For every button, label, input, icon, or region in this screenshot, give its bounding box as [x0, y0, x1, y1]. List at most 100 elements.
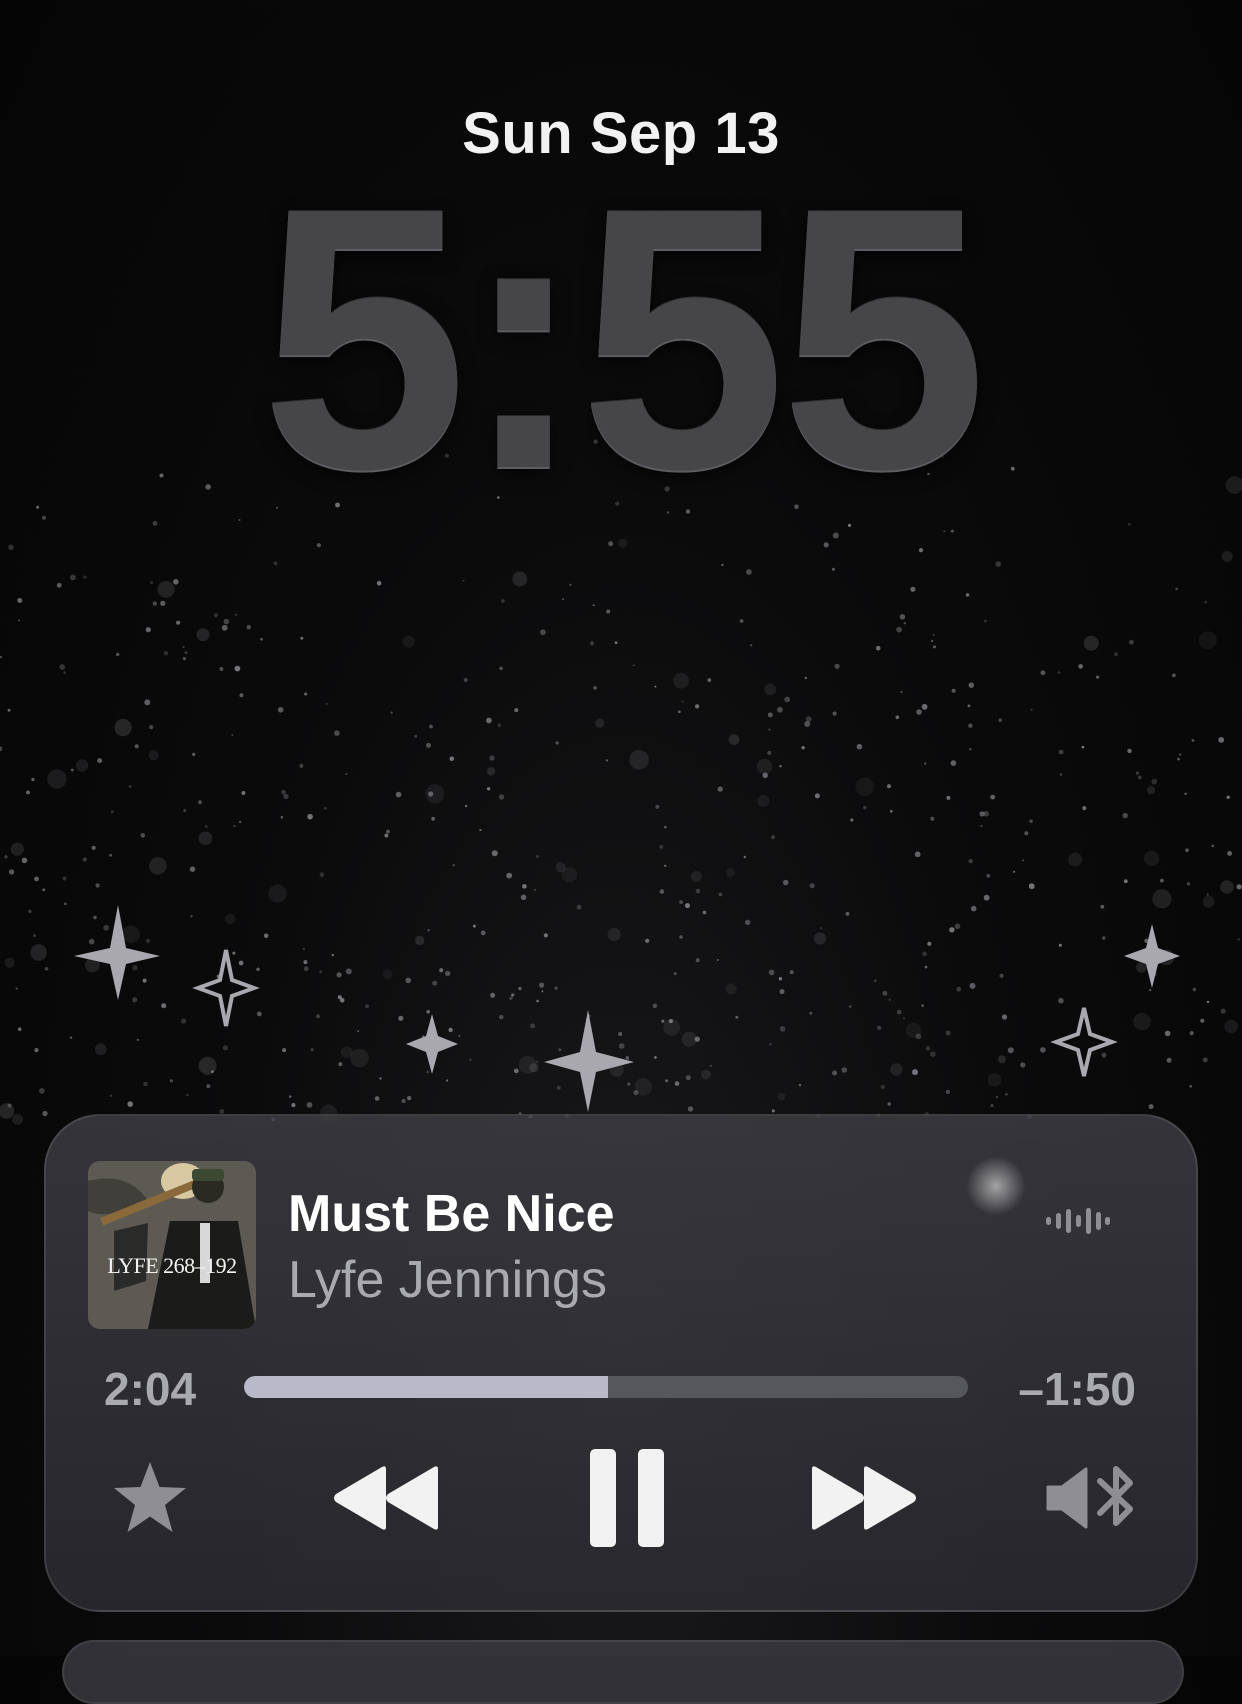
sparkle-particle — [1185, 848, 1189, 852]
sparkle-particle — [357, 1030, 360, 1033]
sparkle-particle — [634, 1078, 652, 1096]
sparkle-particle — [1152, 889, 1172, 909]
sparkle-particle — [1020, 1062, 1026, 1068]
sparkle-particle — [605, 759, 609, 762]
lock-screen-clock: 5:55 — [260, 130, 988, 546]
sparkle-particle — [536, 1060, 539, 1063]
sparkle-particle — [429, 724, 433, 729]
sparkle-particle — [875, 645, 881, 651]
sparkle-particle — [12, 1114, 23, 1125]
sparkle-particle — [33, 934, 36, 937]
sparkle-particle — [970, 905, 977, 912]
sparkle-particle — [809, 1011, 813, 1015]
sparkle-particle — [63, 671, 66, 674]
sparkle-particle — [427, 929, 430, 932]
sparkle-particle — [34, 1048, 39, 1053]
sparkle-particle — [334, 730, 340, 736]
favorite-button[interactable] — [108, 1456, 192, 1540]
now-playing-widget[interactable]: LYFE 268–192 Must Be Nice Lyfe Jennings … — [44, 1114, 1198, 1612]
sparkle-particle — [1114, 652, 1118, 657]
sparkle-particle — [116, 652, 120, 657]
sparkle-particle — [281, 790, 286, 795]
sparkle-particle — [15, 987, 18, 990]
sparkle-particle — [374, 1096, 380, 1101]
sparkle-particle — [629, 750, 649, 770]
sparkle-particle — [569, 583, 572, 586]
sparkle-particle — [1172, 673, 1176, 678]
sparkle-particle — [625, 1056, 630, 1060]
sparkle-particle — [64, 902, 67, 906]
sparkle-particle — [1005, 1092, 1008, 1096]
sparkle-particle — [896, 626, 902, 633]
sparkle-particle — [26, 790, 30, 795]
sparkle-particle — [511, 993, 515, 997]
sparkle-particle — [17, 1027, 22, 1031]
sparkle-particle — [914, 851, 921, 858]
sparkle-particle — [182, 657, 186, 661]
sparkle-particle — [654, 685, 657, 688]
sparkle-particle — [1129, 639, 1134, 645]
sparkle-particle — [458, 1034, 461, 1037]
sparkle-particle — [299, 763, 304, 769]
playback-scrubber[interactable] — [244, 1376, 968, 1398]
sparkle-particle — [896, 1009, 902, 1015]
sparkle-particle — [1021, 859, 1024, 862]
sparkle-particle — [717, 786, 723, 792]
sparkle-particle — [924, 965, 928, 969]
sparkle-particle — [307, 813, 313, 820]
sparkle-particle — [673, 672, 689, 689]
sparkle-particle — [903, 1017, 905, 1020]
previous-track-button[interactable] — [328, 1456, 444, 1540]
sparkle-particle — [556, 1085, 561, 1090]
sparkle-particle — [743, 855, 746, 859]
sparkle-particle — [967, 704, 971, 708]
sparkle-particle — [728, 734, 740, 746]
sparkle-particle — [140, 833, 146, 838]
sparkle-particle — [541, 990, 544, 993]
sparkle-particle — [924, 762, 927, 765]
sparkle-particle — [304, 692, 308, 696]
sparkle-particle — [17, 619, 20, 622]
sparkle-particle — [260, 637, 263, 641]
album-artwork[interactable]: LYFE 268–192 — [88, 1161, 256, 1329]
sparkle-particle — [632, 664, 635, 667]
sparkle-particle — [110, 810, 114, 814]
sparkle-particle — [405, 977, 412, 984]
sparkle-particle — [654, 1056, 657, 1059]
audio-output-button[interactable] — [1044, 1456, 1140, 1540]
sparkle-particle — [695, 888, 701, 894]
sparkle-particle — [1178, 753, 1182, 756]
sparkle-particle — [1164, 1030, 1171, 1037]
sparkle-particle — [127, 1101, 133, 1107]
sparkle-particle — [239, 693, 244, 698]
sparkle-particle — [233, 825, 236, 827]
sparkle-particle — [890, 1063, 903, 1076]
sparkle-particle — [1058, 997, 1064, 1004]
fast-forward-icon — [812, 1466, 916, 1530]
sparkle-particle — [426, 1070, 430, 1074]
sparkle-particle — [206, 1084, 211, 1089]
sparkle-particle — [910, 586, 916, 592]
sparkle-particle — [1081, 745, 1085, 749]
sparkle-particle — [701, 1069, 711, 1080]
sparkle-particle — [306, 1102, 313, 1108]
sparkle-particle — [593, 686, 597, 690]
sparkle-particle — [1226, 795, 1230, 799]
sparkle-particle — [845, 912, 850, 916]
sparkle-particle — [691, 871, 702, 882]
sparkle-particle — [645, 938, 650, 943]
sparkle-particle — [784, 696, 791, 703]
sparkle-particle — [1166, 1057, 1172, 1063]
sparkle-particle — [211, 1070, 214, 1073]
next-track-button[interactable] — [806, 1456, 922, 1540]
sparkle-particle — [863, 805, 867, 810]
sparkle-particle — [31, 777, 35, 782]
pause-button[interactable] — [582, 1444, 672, 1552]
sparkle-particle — [687, 1106, 694, 1112]
sparkle-particle — [1137, 775, 1142, 780]
sparkle-particle — [486, 787, 491, 791]
sparkle-particle — [382, 969, 393, 980]
sparkle-particle — [678, 710, 681, 714]
next-notification-card[interactable] — [62, 1640, 1184, 1704]
sparkle-particle — [143, 1081, 148, 1087]
